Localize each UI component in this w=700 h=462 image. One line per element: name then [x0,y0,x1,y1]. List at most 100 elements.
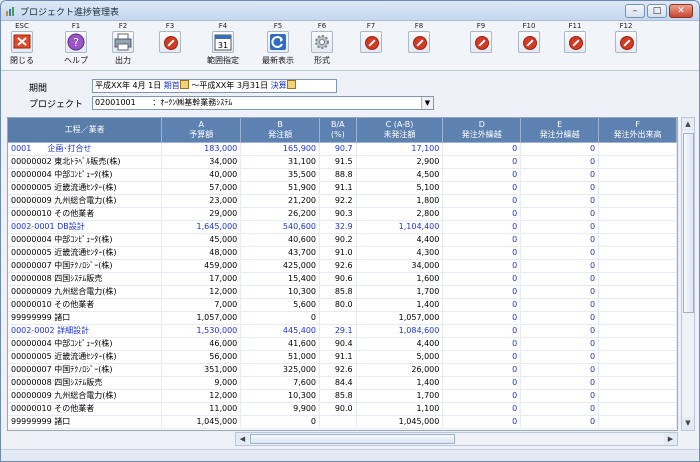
calendar-icon[interactable] [286,80,296,89]
project-label: プロジェクト [29,100,84,110]
process-group-row[interactable]: 0002-0002 詳細設計 1,530,000 445,400 29.1 1,084,… [8,324,677,338]
toolbar-button-f9[interactable]: F9 [455,22,507,69]
toolbar-button-f6[interactable]: F6 形式 [296,22,348,69]
vendor-row[interactable]: 00000004 中部ｺﾝﾋﾟｭｰﾀ(株) 45,000 40,600 90.2 4,4… [8,233,677,247]
cell-c: 1,100 [356,402,444,416]
cell-a: 56,000 [161,350,242,364]
window-close-button[interactable]: ✕ [669,4,693,18]
vendor-row[interactable]: 99999999 諸口 1,057,000 0 1,057,000 0 0 [8,311,677,325]
cell-f [598,389,677,403]
cell-d: 0 [442,233,522,247]
cell-d: 0 [442,155,522,169]
cell-ratio: 32.9 [319,220,357,234]
column-header[interactable]: B 発注額 [240,118,321,143]
function-key-label: F10 [522,22,536,30]
column-header-label: 発注外出来高 [613,129,662,139]
cell-a: 23,000 [161,194,242,208]
cell-b: 31,100 [240,155,321,169]
cell-ratio: 84.4 [319,376,357,390]
cell-e: 0 [520,415,600,429]
cell-name: 00000010 その他業者 [8,402,163,416]
vendor-row[interactable]: 00000008 四国ｼｽﾃﾑ販売 9,000 7,600 84.4 1,400 0 0 [8,376,677,390]
cell-c: 26,000 [356,363,444,377]
cell-e: 0 [520,337,600,351]
vendor-row[interactable]: 00000009 九州総合電力(株) 23,000 21,200 92.2 1,800 0… [8,194,677,208]
toolbar-button-f8[interactable]: F8 [393,22,445,69]
chevron-down-icon[interactable]: ▼ [421,97,433,109]
vendor-row[interactable]: 00000010 その他業者 7,000 5,600 80.0 1,400 0 0 [8,298,677,312]
cell-f [598,402,677,416]
scroll-down-icon[interactable]: ▼ [682,417,694,430]
toolbar-button-f3[interactable]: F3 [144,22,196,69]
vendor-row[interactable]: 00000010 その他業者 11,000 9,900 90.0 1,100 0 0 [8,402,677,416]
process-group-row[interactable]: 0002-0001 DB設計 1,645,000 540,600 32.9 1,104,… [8,220,677,234]
column-header-code: B/A [330,119,345,129]
column-header[interactable]: 工程／業者 [8,118,163,143]
help-icon: ? [65,31,87,53]
toolbar-button-f11[interactable]: F11 [549,22,601,69]
scroll-left-icon[interactable]: ◀ [236,433,249,445]
toolbar-button-f4[interactable]: F4 31 範囲指定 [197,22,249,69]
vendor-row[interactable]: 00000009 九州総合電力(株) 12,000 10,300 85.8 1,700 0… [8,285,677,299]
project-code: 02001001 [95,98,136,107]
cell-f [598,298,677,312]
progress-grid[interactable]: 工程／業者 A 予算額 B 発注額 B/A (%) C (A-B) 未発注額 D 発注外繰越 E 発注分… [7,117,678,431]
minimize-button[interactable]: – [625,4,645,18]
disabled-icon [470,31,492,53]
column-header[interactable]: F 発注外出来高 [598,118,677,143]
cell-ratio: 90.4 [319,337,357,351]
toolbar-button-label: 出力 [115,56,131,65]
period-field[interactable]: 平成XX年 4月 1日 期首 ～平成XX年 3月31日 決算 [92,79,337,93]
vendor-row[interactable]: 00000005 近畿流通ｾﾝﾀｰ(株) 48,000 43,700 91.0 4,30… [8,246,677,260]
cell-d: 0 [442,376,522,390]
cell-name: 00000007 中国ﾃｸﾉﾛｼﾞｰ(株) [8,363,163,377]
vendor-row[interactable]: 00000005 近畿流通ｾﾝﾀｰ(株) 56,000 51,000 91.1 5,00… [8,350,677,364]
cell-b: 540,600 [240,220,321,234]
vendor-row[interactable]: 00000009 九州総合電力(株) 12,000 10,300 85.8 1,700 0… [8,389,677,403]
cell-d: 0 [442,402,522,416]
vendor-row[interactable]: 00000008 四国ｼｽﾃﾑ販売 17,000 15,400 90.6 1,600 0 0 [8,272,677,286]
column-header[interactable]: A 予算額 [161,118,242,143]
cell-c: 1,104,400 [356,220,444,234]
column-header[interactable]: E 発注分繰越 [520,118,600,143]
cell-d: 0 [442,311,522,325]
maximize-button[interactable]: □ [647,4,667,18]
process-group-row[interactable]: 0001 企画･打合せ 183,000 165,900 90.7 17,100 0 0 [8,142,677,156]
cell-name: 99999999 諸口 [8,415,163,429]
cell-a: 351,000 [161,363,242,377]
toolbar-button-f10[interactable]: F10 [503,22,555,69]
column-header[interactable]: C (A-B) 未発注額 [356,118,444,143]
scroll-up-icon[interactable]: ▲ [682,118,694,131]
horizontal-scrollbar[interactable]: ◀ ▶ [235,432,678,446]
vendor-row[interactable]: 00000002 東北ﾄﾗﾍﾞﾙ販売(株) 34,000 31,100 91.5 2,9… [8,155,677,169]
cell-name: 00000009 九州総合電力(株) [8,285,163,299]
cell-a: 183,000 [161,142,242,156]
app-icon [6,7,14,16]
vendor-row[interactable]: 99999999 諸口 1,045,000 0 1,045,000 0 0 [8,415,677,429]
column-header[interactable]: B/A (%) [319,118,357,143]
toolbar-button-esc[interactable]: ESC 閉じる [1,22,48,69]
vertical-scroll-thumb[interactable] [683,133,694,313]
vendor-row[interactable]: 00000004 中部ｺﾝﾋﾟｭｰﾀ(株) 46,000 41,600 90.4 4,4… [8,337,677,351]
cell-f [598,337,677,351]
vendor-row[interactable]: 00000010 その他業者 29,000 26,200 90.3 2,800 0 0 [8,207,677,221]
calendar-icon[interactable] [179,80,189,89]
vendor-row[interactable]: 00000004 中部ｺﾝﾋﾟｭｰﾀ(株) 40,000 35,500 88.8 4,5… [8,168,677,182]
toolbar-button-f1[interactable]: F1? ヘルプ [50,22,102,69]
horizontal-scroll-thumb[interactable] [250,434,455,444]
vertical-scrollbar[interactable]: ▲ ▼ [681,117,695,431]
scroll-right-icon[interactable]: ▶ [664,433,677,445]
toolbar-button-f2[interactable]: F2 出力 [97,22,149,69]
cell-name: 00000004 中部ｺﾝﾋﾟｭｰﾀ(株) [8,168,163,182]
column-header[interactable]: D 発注外繰越 [442,118,522,143]
vendor-row[interactable]: 00000007 中国ﾃｸﾉﾛｼﾞｰ(株) 351,000 325,000 92.6 2… [8,363,677,377]
toolbar-button-f7[interactable]: F7 [345,22,397,69]
toolbar-button-f12[interactable]: F12 [600,22,652,69]
vendor-row[interactable]: 00000005 近畿流通ｾﾝﾀｰ(株) 57,000 51,900 91.1 5,10… [8,181,677,195]
gear-icon [311,31,333,53]
cell-f [598,220,677,234]
project-select[interactable]: 02001001 ：ｵｰｸﾝ㈱基幹業務ｼｽﾃﾑ ▼ [92,96,434,110]
vendor-row[interactable]: 00000007 中国ﾃｸﾉﾛｼﾞｰ(株) 459,000 425,000 92.6 3… [8,259,677,273]
cell-f [598,233,677,247]
cell-name: 00000010 その他業者 [8,207,163,221]
